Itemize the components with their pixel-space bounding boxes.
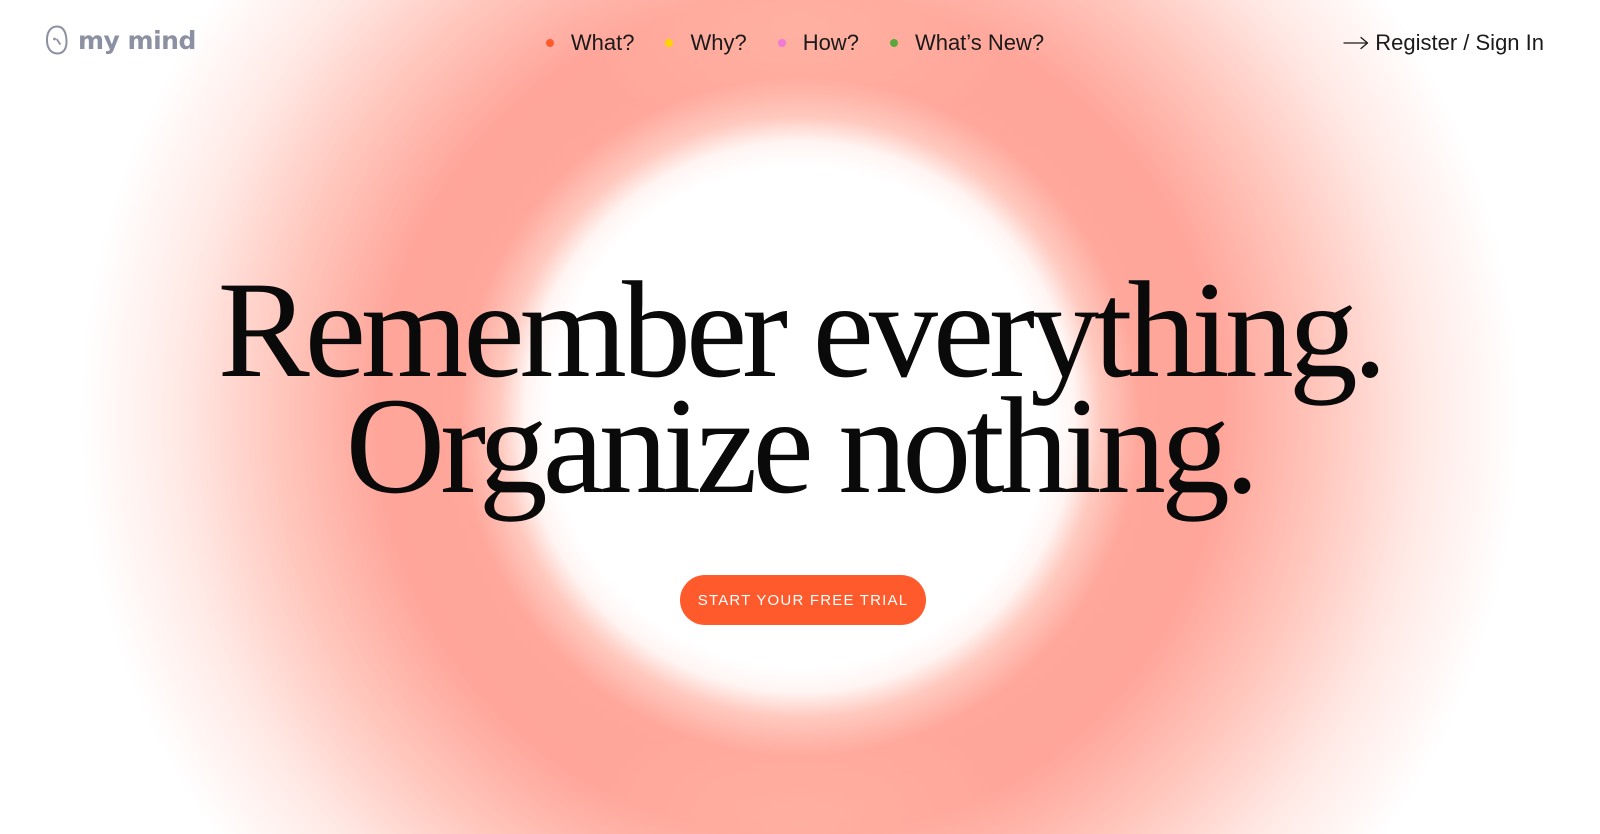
nav-list: What? Why? How? What’s New? [545,30,1045,56]
nav-label-whats-new: What’s New? [914,30,1045,55]
nav-item-how[interactable]: How? [777,30,859,56]
nav-dot-whats-new [889,39,898,47]
nav-dot-how [777,39,786,47]
register-sign-in-link[interactable]: Register / Sign In [1343,30,1544,56]
nav-dot-why [665,39,674,47]
top-glow [560,0,1040,130]
nav-dot-what [545,39,554,47]
start-free-trial-button[interactable]: START YOUR FREE TRIAL [680,575,926,625]
nav-item-what[interactable]: What? [545,30,635,56]
bottom-glow [560,720,1040,834]
nav-item-whats-new[interactable]: What’s New? [889,30,1045,56]
nav-label-how: How? [802,30,859,55]
nav-item-why[interactable]: Why? [665,30,747,56]
nav-label-what: What? [570,30,635,55]
nav-label-why: Why? [690,30,747,55]
arrow-right-icon [1343,36,1369,50]
register-sign-in-label: Register / Sign In [1375,30,1544,55]
hero-headline: Remember everything. Organize nothing. [0,261,1600,515]
